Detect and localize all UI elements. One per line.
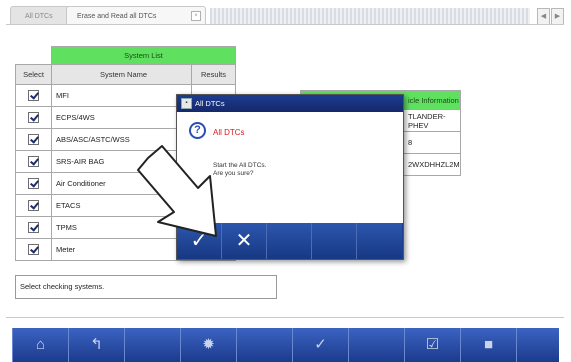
toolbar-button[interactable]	[124, 328, 180, 362]
dialog-title-bar: ▪ All DTCs	[177, 95, 403, 112]
check-all-button[interactable]: ☑	[404, 328, 460, 362]
select-checkbox[interactable]	[28, 134, 39, 145]
column-header-results: Results	[191, 64, 236, 85]
home-icon: ⌂	[35, 336, 46, 353]
toolbar-button[interactable]	[516, 328, 559, 362]
system-name: ECPS/4WS	[51, 106, 192, 129]
column-header-system-name: System Name	[51, 64, 192, 85]
empty-button	[267, 223, 312, 259]
back-button[interactable]: ↰	[68, 328, 124, 362]
status-message: Select checking systems.	[15, 275, 277, 299]
tab-label: All DTCs	[25, 13, 53, 20]
confirm-button[interactable]: ✓	[292, 328, 348, 362]
select-checkbox[interactable]	[28, 112, 39, 123]
settings-icon: ✹	[202, 336, 215, 353]
empty-button	[312, 223, 357, 259]
check-icon: ✓	[314, 336, 327, 353]
toolbar-button[interactable]	[348, 328, 404, 362]
pointer-arrow-icon	[137, 145, 217, 237]
tab-strip	[210, 8, 530, 25]
column-header-select: Select	[15, 64, 52, 85]
select-checkbox[interactable]	[28, 200, 39, 211]
home-button[interactable]: ⌂	[12, 328, 68, 362]
settings-button[interactable]: ✹	[180, 328, 236, 362]
close-tab-icon[interactable]: ×	[191, 11, 201, 21]
select-checkbox[interactable]	[28, 178, 39, 189]
check-icon: ☑	[425, 336, 440, 353]
select-checkbox[interactable]	[28, 156, 39, 167]
app-icon: ▪	[181, 98, 192, 109]
dialog-heading: All DTCs	[213, 128, 245, 137]
tab-erase-and-read[interactable]: Erase and Read all DTCs ×	[66, 6, 206, 25]
toolbar-button[interactable]	[236, 328, 292, 362]
back-icon: ↰	[90, 336, 103, 353]
select-checkbox[interactable]	[28, 222, 39, 233]
dialog-title: All DTCs	[195, 99, 225, 108]
stop-icon: ■	[483, 336, 494, 353]
empty-button	[357, 223, 402, 259]
tab-bar: All DTCs Erase and Read all DTCs × ◀ ▶	[0, 0, 571, 30]
scroll-right-button[interactable]: ▶	[551, 8, 564, 25]
scroll-left-button[interactable]: ◀	[537, 8, 550, 25]
select-checkbox[interactable]	[28, 90, 39, 101]
tab-label: Erase and Read all DTCs	[77, 13, 157, 20]
table-spacer	[16, 47, 52, 65]
tab-all-dtcs[interactable]: All DTCs	[10, 6, 70, 25]
select-checkbox[interactable]	[28, 244, 39, 255]
system-list-title: System List	[51, 46, 236, 65]
question-icon: ?	[189, 122, 206, 139]
divider	[6, 24, 564, 25]
system-name: MFI	[51, 84, 192, 107]
stop-button[interactable]: ■	[460, 328, 516, 362]
